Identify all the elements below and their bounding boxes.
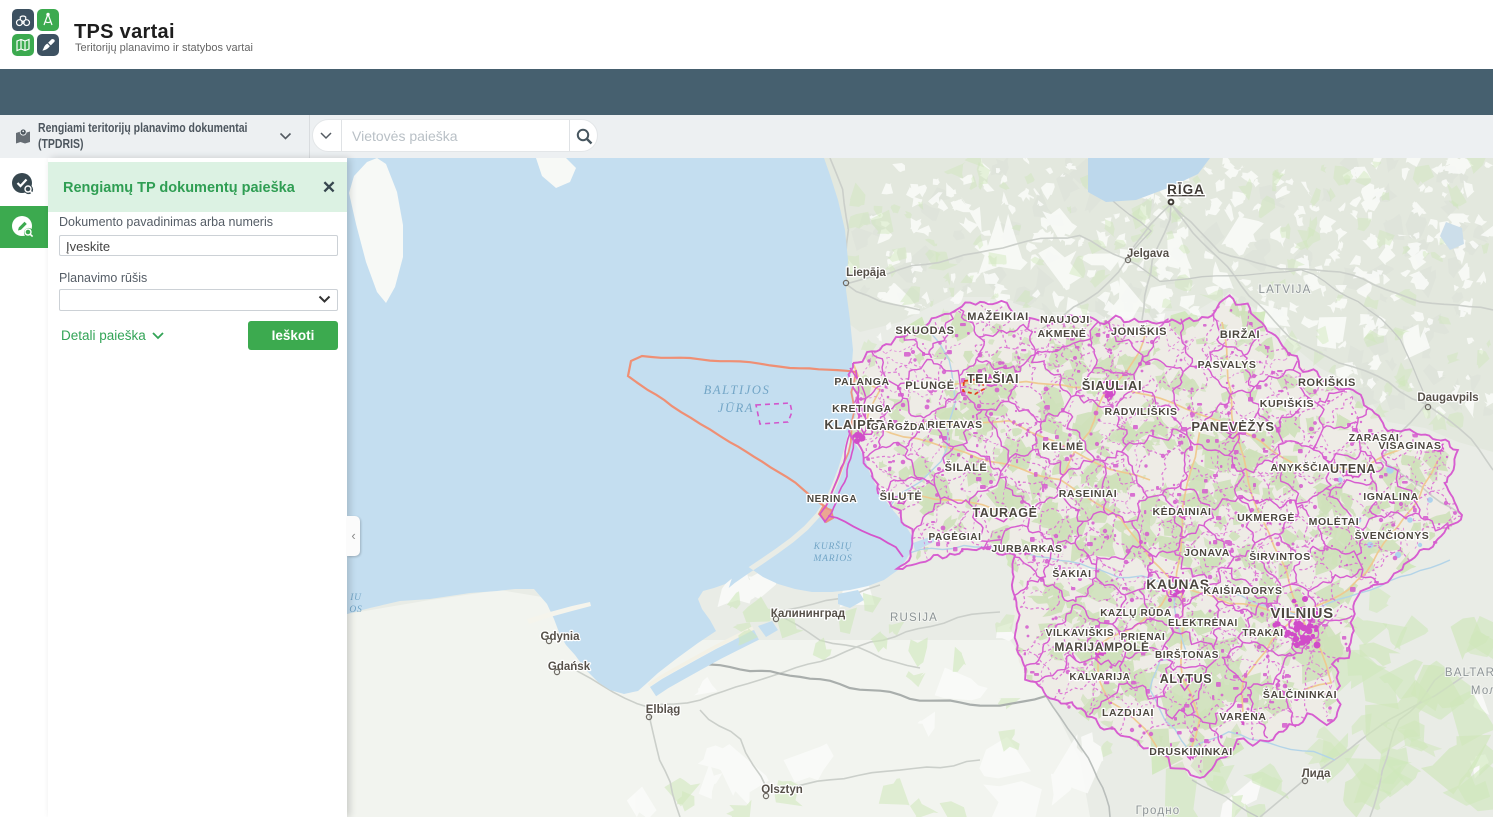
svg-text:MARIJAMPOLĖ: MARIJAMPOLĖ <box>1054 639 1149 654</box>
svg-text:PANEVĖŽYS: PANEVĖŽYS <box>1191 419 1274 434</box>
svg-text:OS: OS <box>349 605 362 615</box>
svg-text:GARGŽDAI: GARGŽDAI <box>871 420 929 433</box>
svg-text:TAURAGĖ: TAURAGĖ <box>972 505 1037 520</box>
svg-text:BALTIJOS: BALTIJOS <box>704 383 771 397</box>
svg-text:KAZLŲ RŪDA: KAZLŲ RŪDA <box>1100 607 1172 619</box>
svg-text:ŠIRVINTOS: ŠIRVINTOS <box>1249 550 1311 563</box>
svg-text:AKMENĖ: AKMENĖ <box>1037 327 1086 340</box>
svg-text:NAUJOJI: NAUJOJI <box>1040 314 1090 326</box>
svg-text:ŠILALĖ: ŠILALĖ <box>945 461 988 474</box>
svg-text:ROKIŠKIS: ROKIŠKIS <box>1298 376 1356 389</box>
svg-text:Elbląg: Elbląg <box>646 704 681 716</box>
svg-text:PAGĖGIAI: PAGĖGIAI <box>929 530 982 543</box>
svg-text:VILNIUS: VILNIUS <box>1270 605 1333 622</box>
svg-text:VISAGINAS: VISAGINAS <box>1378 440 1441 452</box>
svg-text:RASEINIAI: RASEINIAI <box>1059 488 1118 500</box>
svg-text:ŠAKIAI: ŠAKIAI <box>1052 567 1091 580</box>
svg-text:ŠALČININKAI: ŠALČININKAI <box>1263 688 1337 701</box>
svg-text:RIETAVAS: RIETAVAS <box>927 419 983 431</box>
svg-text:LATVIJA: LATVIJA <box>1259 284 1312 296</box>
svg-text:PASVALYS: PASVALYS <box>1198 359 1257 371</box>
svg-text:KURŠIŲ: KURŠIŲ <box>813 540 853 552</box>
svg-text:KUPIŠKIS: KUPIŠKIS <box>1260 397 1314 410</box>
svg-text:Мол: Мол <box>1471 685 1493 697</box>
svg-text:KRETINGA: KRETINGA <box>832 403 892 415</box>
svg-text:DRUSKININKAI: DRUSKININKAI <box>1149 746 1233 758</box>
svg-text:MOLĖTAI: MOLĖTAI <box>1309 515 1360 528</box>
svg-text:VARĖNA: VARĖNA <box>1219 710 1266 723</box>
svg-text:JŪRA: JŪRA <box>718 401 754 415</box>
svg-text:Daugavpils: Daugavpils <box>1417 392 1478 404</box>
svg-text:ALYTUS: ALYTUS <box>1160 672 1212 686</box>
svg-text:RUSIJA: RUSIJA <box>890 612 938 624</box>
svg-text:JURBARKAS: JURBARKAS <box>991 543 1062 555</box>
svg-text:MARIOS: MARIOS <box>812 554 852 564</box>
svg-text:TRAKAI: TRAKAI <box>1242 628 1283 639</box>
svg-text:ŠVENČIONYS: ŠVENČIONYS <box>1355 529 1430 542</box>
svg-text:UKMERGĖ: UKMERGĖ <box>1237 511 1295 524</box>
svg-text:Калининград: Калининград <box>771 608 846 620</box>
svg-text:PLUNGĖ: PLUNGĖ <box>905 379 954 392</box>
svg-text:BIRŠTONAS: BIRŠTONAS <box>1155 648 1219 661</box>
svg-text:VILKAVIŠKIS: VILKAVIŠKIS <box>1046 626 1115 639</box>
svg-text:TELŠIAI: TELŠIAI <box>967 371 1019 386</box>
svg-text:LAZDIJAI: LAZDIJAI <box>1102 707 1154 719</box>
svg-text:IU: IU <box>349 593 362 603</box>
svg-text:ELEKTRĖNAI: ELEKTRĖNAI <box>1168 616 1238 629</box>
svg-text:BIRŽAI: BIRŽAI <box>1220 328 1260 341</box>
svg-text:ANYKŠČIAI: ANYKŠČIAI <box>1270 461 1333 474</box>
svg-text:KAIŠIADORYS: KAIŠIADORYS <box>1203 584 1282 597</box>
svg-text:UTENA: UTENA <box>1330 462 1376 476</box>
svg-text:KĖDAINIAI: KĖDAINIAI <box>1152 505 1211 518</box>
svg-text:ŠILUTĖ: ŠILUTĖ <box>880 490 923 503</box>
svg-text:KALVARIJA: KALVARIJA <box>1069 672 1130 683</box>
svg-text:ŠIAULIAI: ŠIAULIAI <box>1082 378 1142 393</box>
svg-text:JONIŠKIS: JONIŠKIS <box>1111 325 1167 338</box>
svg-text:Liepāja: Liepāja <box>846 267 886 279</box>
svg-text:Jelgava: Jelgava <box>1127 248 1170 260</box>
svg-text:RADVILIŠKIS: RADVILIŠKIS <box>1104 405 1177 418</box>
svg-text:MAŽEIKIAI: MAŽEIKIAI <box>967 310 1029 323</box>
svg-text:SKUODAS: SKUODAS <box>895 325 954 337</box>
svg-text:IGNALINA: IGNALINA <box>1363 491 1419 503</box>
svg-text:JONAVA: JONAVA <box>1184 547 1230 559</box>
svg-text:KAUNAS: KAUNAS <box>1146 576 1210 592</box>
svg-text:NERINGA: NERINGA <box>807 494 857 505</box>
svg-text:PALANGA: PALANGA <box>834 376 889 388</box>
svg-text:Гродно: Гродно <box>1136 805 1181 817</box>
svg-text:KELMĖ: KELMĖ <box>1042 440 1084 453</box>
svg-text:RĪGA: RĪGA <box>1167 182 1205 197</box>
svg-text:BALTAR: BALTAR <box>1445 667 1493 679</box>
